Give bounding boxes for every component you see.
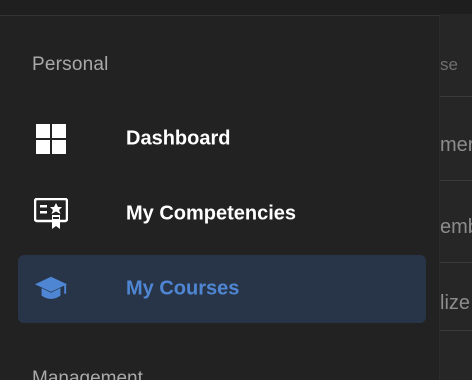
background-cell: emb — [440, 216, 472, 238]
sidebar-item-dashboard[interactable]: Dashboard — [18, 105, 426, 173]
sidebar-item-my-courses[interactable]: My Courses — [18, 255, 426, 323]
section-label-personal: Personal — [32, 54, 109, 75]
background-divider — [440, 330, 472, 331]
graduation-cap-icon — [34, 272, 68, 306]
competency-badge-icon — [34, 197, 68, 231]
dashboard-grid-icon — [34, 122, 68, 156]
background-page: se mers emb lize — [440, 0, 472, 380]
background-divider — [440, 262, 472, 263]
app-stage: se mers emb lize Personal Dashboard — [0, 0, 472, 380]
sidebar-item-my-competencies[interactable]: My Competencies — [18, 180, 426, 248]
drawer-header — [0, 0, 440, 16]
sidebar-item-label: Dashboard — [126, 127, 231, 150]
background-divider — [440, 180, 472, 181]
background-cell: mers — [440, 134, 472, 156]
navigation-drawer: Personal Dashboard My Competencies My Co… — [0, 0, 440, 380]
sidebar-item-label: My Courses — [126, 277, 240, 300]
background-divider — [440, 96, 472, 97]
background-cell: lize — [440, 292, 471, 314]
background-topbar — [440, 0, 472, 14]
background-cell: se — [440, 55, 458, 74]
sidebar-item-label: My Competencies — [126, 202, 297, 225]
section-label-management: Management — [32, 368, 143, 380]
